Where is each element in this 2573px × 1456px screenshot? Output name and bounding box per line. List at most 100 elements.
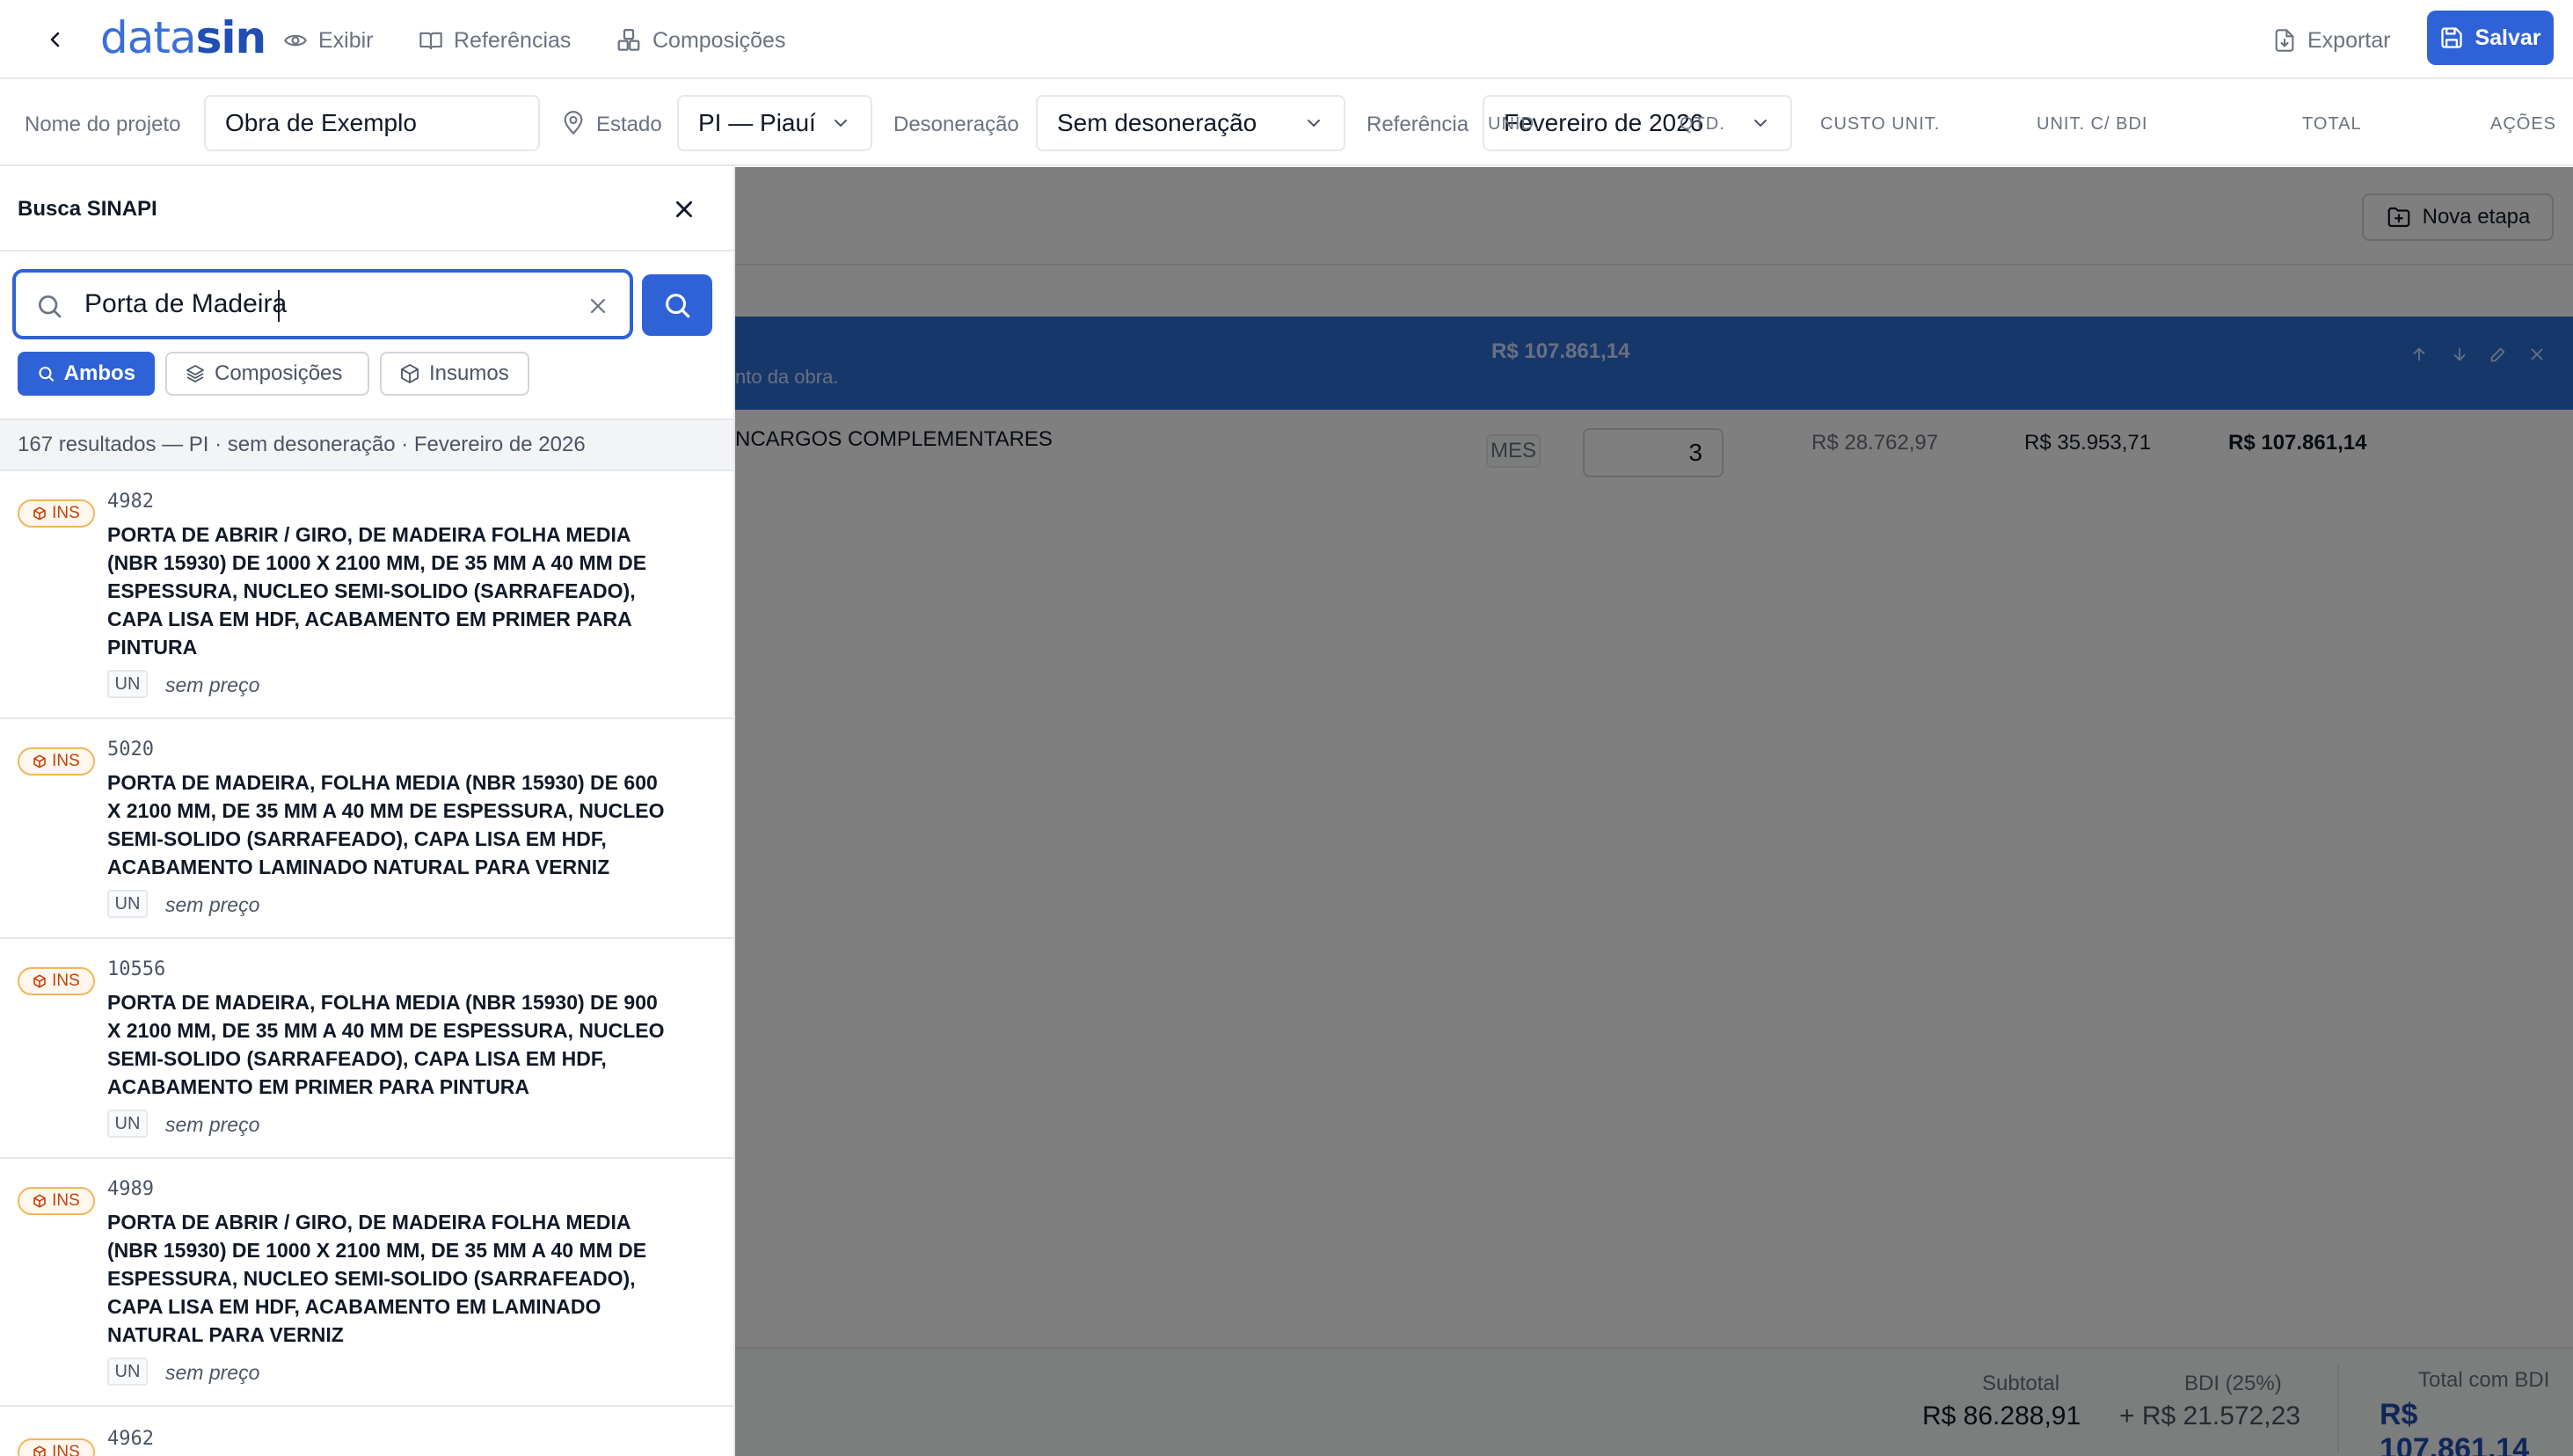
search-icon <box>666 294 690 318</box>
modal-backdrop[interactable] <box>735 167 2573 1456</box>
nav-composicoes[interactable]: Composições <box>616 23 785 58</box>
project-name-value: Obra de Exemplo <box>225 109 417 136</box>
result-code: 4962 <box>107 1428 154 1450</box>
result-price: sem preço <box>165 1113 260 1136</box>
logo-part2: sin <box>195 12 266 63</box>
close-icon <box>676 201 692 217</box>
type-badge-label: INS <box>52 752 80 770</box>
logo-part1: data <box>100 12 197 63</box>
type-badge: INS <box>18 1187 95 1215</box>
col-unid: UNID. <box>1488 114 1541 134</box>
result-item[interactable]: INS 4982 PORTA DE ABRIR / GIRO, DE MADEI… <box>0 471 733 719</box>
boxes-icon <box>617 29 640 51</box>
result-unit: UN <box>107 890 148 918</box>
result-item[interactable]: INS 4989 PORTA DE ABRIR / GIRO, DE MADEI… <box>0 1159 733 1407</box>
type-badge: INS <box>18 1438 95 1456</box>
col-qtd: QTD. <box>1680 114 1725 134</box>
result-code: 4982 <box>107 491 154 513</box>
panel-header: Busca SINAPI <box>0 167 733 251</box>
filter-chip-composicoes[interactable]: Composições <box>165 352 369 396</box>
results-summary: 167 resultados — PI · sem desoneração · … <box>0 419 733 471</box>
result-unit: UN <box>107 670 148 698</box>
save-icon <box>2441 27 2463 48</box>
type-badge: INS <box>18 747 95 775</box>
result-price: sem preço <box>165 673 260 696</box>
type-badge: INS <box>18 499 95 528</box>
result-item[interactable]: INS 5020 PORTA DE MADEIRA, FOLHA MEDIA (… <box>0 719 733 939</box>
search-field[interactable] <box>12 269 633 339</box>
sinapi-search-panel: Busca SINAPI Ambos Composições Insumos 1… <box>0 167 735 1456</box>
result-unit: UN <box>107 1110 148 1138</box>
nav-composicoes-label: Composições <box>652 27 786 53</box>
project-name-label: Nome do projeto <box>25 113 181 136</box>
result-unit: UN <box>107 1358 148 1386</box>
desoneracao-select[interactable]: Sem desoneração <box>1036 95 1345 151</box>
close-panel-button[interactable] <box>668 193 700 225</box>
result-description: PORTA DE MADEIRA, FOLHA MEDIA (NBR 15930… <box>107 991 665 1098</box>
package-icon <box>33 1445 46 1456</box>
type-badge: INS <box>18 967 95 995</box>
eye-icon <box>284 34 307 47</box>
save-label: Salvar <box>2475 25 2541 50</box>
nav-exibir-label: Exibir <box>318 27 374 53</box>
nav-referencias-label: Referências <box>454 27 572 53</box>
result-price: sem preço <box>165 1361 260 1384</box>
logo[interactable]: datasin <box>100 12 266 63</box>
result-price: sem preço <box>165 893 260 916</box>
state-label: Estado <box>596 113 662 136</box>
search-icon <box>39 295 62 318</box>
package-icon <box>401 364 419 383</box>
package-icon <box>33 506 46 521</box>
export-button[interactable]: Exportar <box>2272 21 2390 60</box>
filter-chip-insumos[interactable]: Insumos <box>380 352 529 396</box>
result-description: PORTA DE ABRIR / GIRO, DE MADEIRA FOLHA … <box>107 523 647 659</box>
result-item[interactable]: INS 10556 PORTA DE MADEIRA, FOLHA MEDIA … <box>0 939 733 1159</box>
result-item[interactable]: INS 4962 <box>0 1407 733 1456</box>
panel-title: Busca SINAPI <box>18 197 157 221</box>
result-description: PORTA DE MADEIRA, FOLHA MEDIA (NBR 15930… <box>107 771 665 878</box>
state-select[interactable]: PI — Piauí <box>677 95 872 151</box>
result-code: 10556 <box>107 958 166 980</box>
desoneracao-value: Sem desoneração <box>1057 109 1257 136</box>
layers-icon <box>186 365 204 382</box>
search-button[interactable] <box>642 274 712 336</box>
package-icon <box>33 754 46 768</box>
nav-exibir[interactable]: Exibir <box>283 23 374 58</box>
chevron-down-icon <box>835 120 847 127</box>
package-icon <box>33 1194 46 1208</box>
reference-label: Referência <box>1367 113 1469 136</box>
filter-chip-insumos-label: Insumos <box>429 361 509 385</box>
type-badge-label: INS <box>52 1191 80 1210</box>
chevron-left-icon <box>50 32 60 47</box>
col-unit-bdi: UNIT. C/ BDI <box>2037 114 2148 134</box>
filter-chip-ambos[interactable]: Ambos <box>18 352 155 396</box>
text-caret <box>278 290 280 322</box>
package-icon <box>33 974 46 988</box>
type-badge-label: INS <box>52 504 80 522</box>
clear-search-icon[interactable] <box>587 295 609 317</box>
col-acoes: AÇÕES <box>2490 114 2557 134</box>
chevron-down-icon <box>1754 120 1767 127</box>
state-value: PI — Piauí <box>698 109 816 136</box>
save-button[interactable]: Salvar <box>2427 11 2554 65</box>
search-icon <box>39 367 55 382</box>
filter-chip-ambos-label: Ambos <box>63 361 135 385</box>
top-navbar: datasin Exibir Referências Composições E… <box>0 0 2573 79</box>
chevron-down-icon <box>1308 120 1320 127</box>
export-label: Exportar <box>2307 27 2391 53</box>
file-download-icon <box>2275 29 2294 52</box>
search-input[interactable] <box>84 287 542 322</box>
desoneracao-label: Desoneração <box>893 113 1019 136</box>
result-code: 4989 <box>107 1178 154 1200</box>
nav-referencias[interactable]: Referências <box>419 23 571 58</box>
type-badge-label: INS <box>52 1443 80 1456</box>
map-pin-icon <box>564 111 583 135</box>
result-code: 5020 <box>107 739 154 761</box>
result-description: PORTA DE ABRIR / GIRO, DE MADEIRA FOLHA … <box>107 1211 647 1346</box>
filter-chip-composicoes-label: Composições <box>215 361 343 385</box>
book-open-icon <box>419 32 442 50</box>
back-button[interactable] <box>39 23 72 56</box>
col-total: TOTAL <box>2302 114 2362 134</box>
type-badge-label: INS <box>52 972 80 990</box>
project-name-input[interactable]: Obra de Exemplo <box>204 95 540 151</box>
